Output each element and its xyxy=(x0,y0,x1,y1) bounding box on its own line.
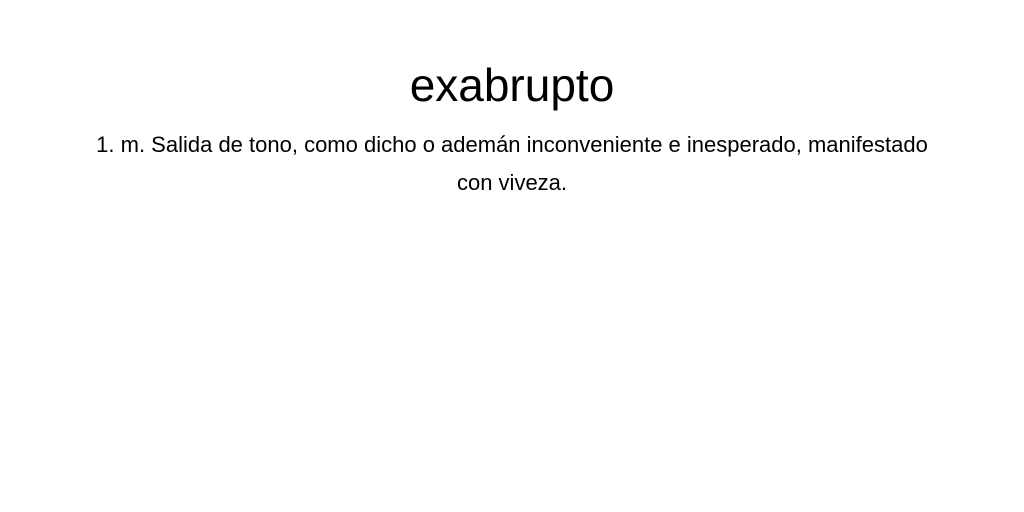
entry-term: exabrupto xyxy=(409,59,615,111)
entry-definition: 1. m. Salida de tono, como dicho o ademá… xyxy=(96,132,928,195)
dictionary-entry-card: exabrupto 1. m. Salida de tono, como dic… xyxy=(0,0,1024,512)
